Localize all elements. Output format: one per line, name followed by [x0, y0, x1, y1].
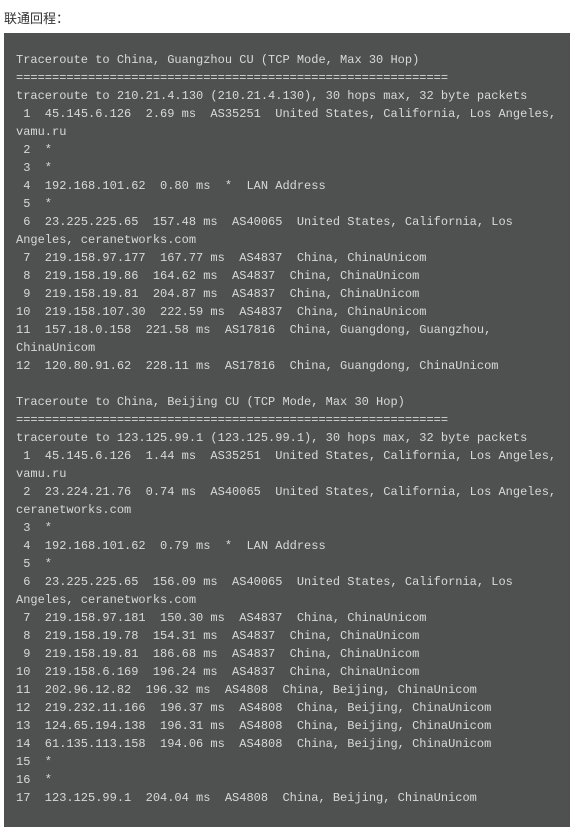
terminal-line: 8 219.158.19.86 164.62 ms AS4837 China, …: [16, 267, 558, 285]
section-title: 联通回程：: [0, 0, 574, 33]
terminal-line: 17 123.125.99.1 204.04 ms AS4808 China, …: [16, 789, 558, 807]
terminal-line: 5 *: [16, 195, 558, 213]
terminal-line: 14 61.135.113.158 194.06 ms AS4808 China…: [16, 735, 558, 753]
terminal-line: 11 157.18.0.158 221.58 ms AS17816 China,…: [16, 321, 558, 357]
terminal-line: 10 219.158.107.30 222.59 ms AS4837 China…: [16, 303, 558, 321]
terminal-line: 11 202.96.12.82 196.32 ms AS4808 China, …: [16, 681, 558, 699]
terminal-line: 3 *: [16, 519, 558, 537]
terminal-line: [16, 375, 558, 393]
terminal-output: Traceroute to China, Guangzhou CU (TCP M…: [4, 33, 570, 827]
terminal-line: traceroute to 210.21.4.130 (210.21.4.130…: [16, 87, 558, 105]
terminal-line: 1 45.145.6.126 2.69 ms AS35251 United St…: [16, 105, 558, 141]
terminal-line: 15 *: [16, 753, 558, 771]
terminal-line: 2 *: [16, 141, 558, 159]
terminal-line: 12 219.232.11.166 196.37 ms AS4808 China…: [16, 699, 558, 717]
terminal-line: 10 219.158.6.169 196.24 ms AS4837 China,…: [16, 663, 558, 681]
terminal-line: 13 124.65.194.138 196.31 ms AS4808 China…: [16, 717, 558, 735]
terminal-line: 9 219.158.19.81 186.68 ms AS4837 China, …: [16, 645, 558, 663]
terminal-line: 6 23.225.225.65 156.09 ms AS40065 United…: [16, 573, 558, 609]
terminal-line: traceroute to 123.125.99.1 (123.125.99.1…: [16, 429, 558, 447]
terminal-line: 9 219.158.19.81 204.87 ms AS4837 China, …: [16, 285, 558, 303]
terminal-line: 2 23.224.21.76 0.74 ms AS40065 United St…: [16, 483, 558, 519]
terminal-line: ========================================…: [16, 69, 558, 87]
terminal-line: 1 45.145.6.126 1.44 ms AS35251 United St…: [16, 447, 558, 483]
terminal-line: 4 192.168.101.62 0.79 ms * LAN Address: [16, 537, 558, 555]
terminal-line: ========================================…: [16, 411, 558, 429]
terminal-line: 7 219.158.97.181 150.30 ms AS4837 China,…: [16, 609, 558, 627]
terminal-line: Traceroute to China, Guangzhou CU (TCP M…: [16, 51, 558, 69]
terminal-line: 12 120.80.91.62 228.11 ms AS17816 China,…: [16, 357, 558, 375]
terminal-line: 16 *: [16, 771, 558, 789]
terminal-line: Traceroute to China, Beijing CU (TCP Mod…: [16, 393, 558, 411]
terminal-line: 8 219.158.19.78 154.31 ms AS4837 China, …: [16, 627, 558, 645]
terminal-line: 6 23.225.225.65 157.48 ms AS40065 United…: [16, 213, 558, 249]
terminal-line: 7 219.158.97.177 167.77 ms AS4837 China,…: [16, 249, 558, 267]
terminal-line: 3 *: [16, 159, 558, 177]
terminal-line: 4 192.168.101.62 0.80 ms * LAN Address: [16, 177, 558, 195]
terminal-line: 5 *: [16, 555, 558, 573]
